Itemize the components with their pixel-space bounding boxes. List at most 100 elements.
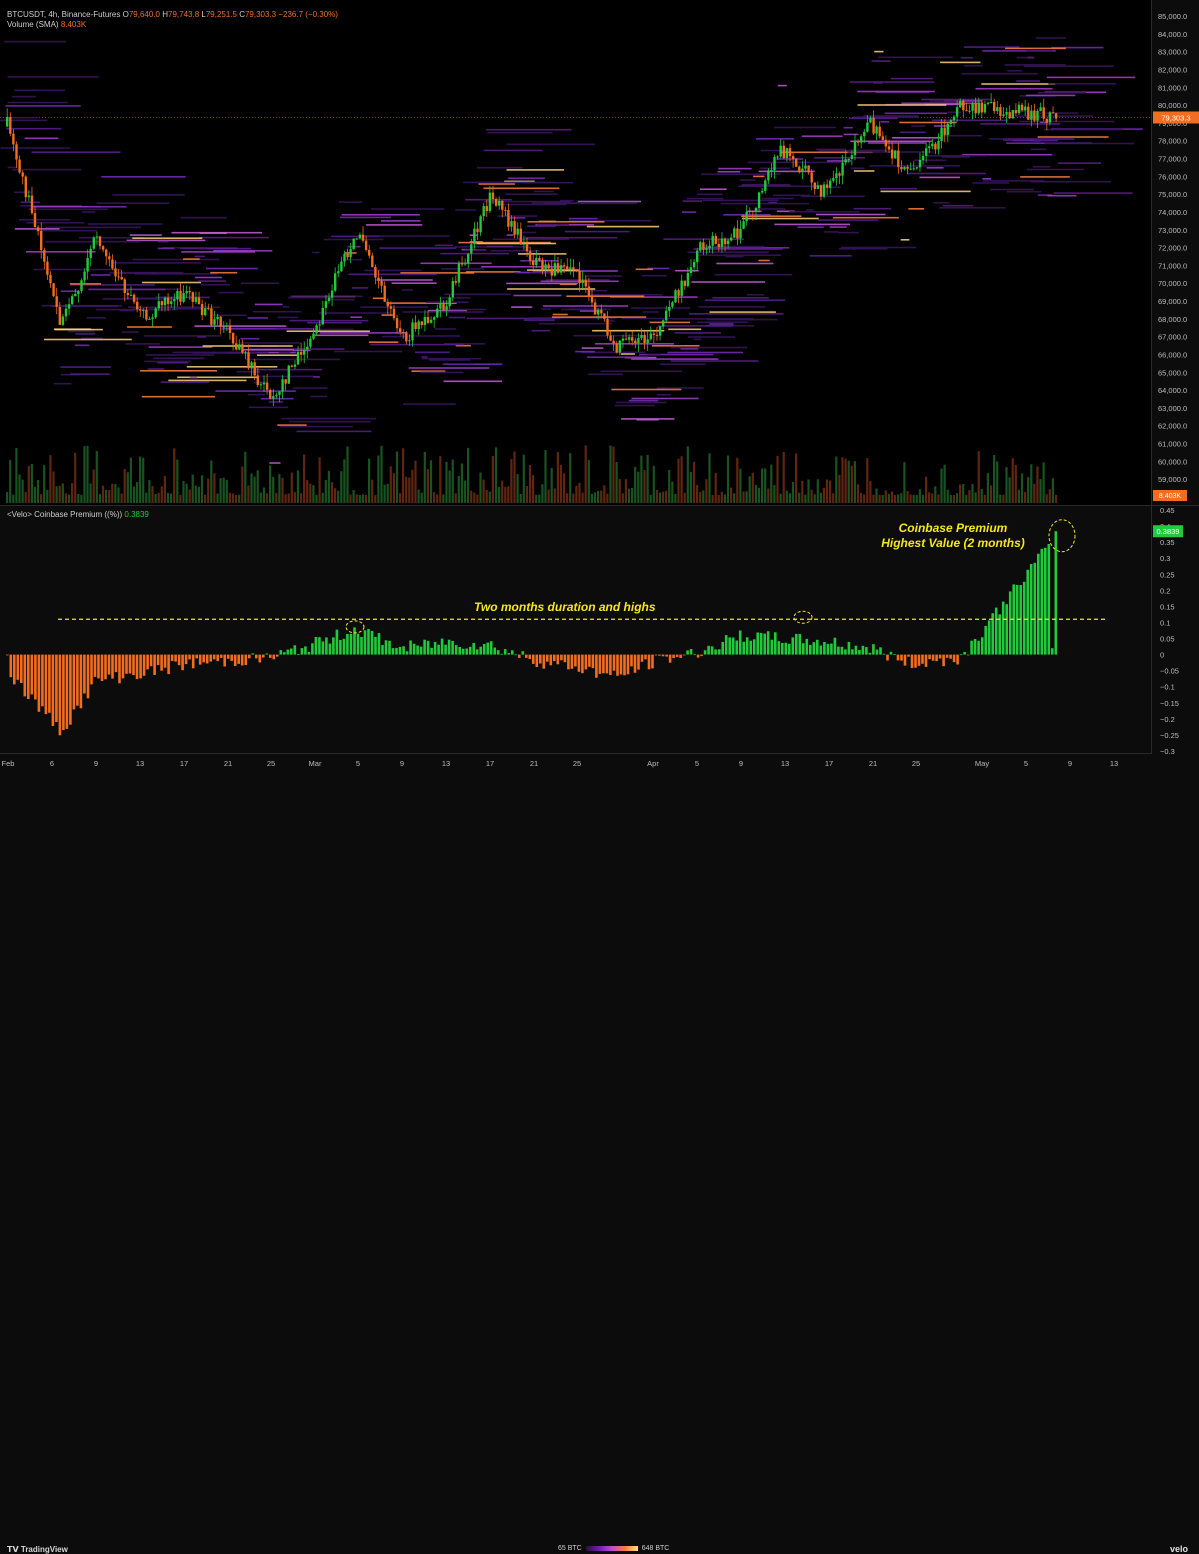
premium-bar xyxy=(854,645,858,655)
candle-body xyxy=(6,117,9,127)
candle-body xyxy=(89,248,92,258)
candle-body xyxy=(593,302,597,315)
candle-body xyxy=(918,160,922,168)
premium-bar xyxy=(419,646,423,655)
premium-bar xyxy=(381,645,384,655)
premium-bar xyxy=(984,625,987,655)
liquidity-band xyxy=(463,181,556,184)
premium-bar xyxy=(248,654,251,659)
liquidity-band xyxy=(90,274,111,276)
premium-legend[interactable]: <Velo> Coinbase Premium ((%)) 0.3839 xyxy=(7,510,149,519)
liquidity-band xyxy=(240,337,260,340)
candle-body xyxy=(689,267,693,273)
liquidity-band xyxy=(340,216,391,219)
liquidity-band xyxy=(277,424,307,426)
volume-bar xyxy=(92,469,95,503)
volume-bar xyxy=(265,493,269,503)
candle-body xyxy=(683,280,686,286)
time-axis[interactable]: Feb 6 9 13 17 21 25 Mar 5 9 13 17 21 25 Apr 5 9 13 17 21 25 M… xyxy=(0,753,1151,772)
candle-body xyxy=(83,271,86,281)
premium-tick-label: 0.05 xyxy=(1160,635,1175,644)
volume-bar xyxy=(634,466,637,503)
liquidity-band xyxy=(652,345,700,347)
liquidity-band xyxy=(561,308,611,311)
liquidity-band xyxy=(420,262,492,265)
liquidity-band xyxy=(279,425,353,428)
volume-legend[interactable]: Volume (SMA) 8.403K xyxy=(7,20,86,29)
volume-bar xyxy=(1020,473,1024,503)
premium-bar xyxy=(896,654,900,661)
liquidity-band xyxy=(310,395,328,398)
candle-body xyxy=(166,297,170,304)
price-axis-scale[interactable]: 85,000.0 84,000.0 83,000.0 82,000.0 81,000.0… xyxy=(1152,0,1199,505)
volume-bar xyxy=(733,493,736,503)
volume-bar xyxy=(327,470,330,503)
liquidity-band xyxy=(981,83,1056,85)
liquidity-band xyxy=(1020,176,1070,178)
time-axis-scale[interactable]: Feb 6 9 13 17 21 25 Mar 5 9 13 17 21 25 Apr 5 9 13 17 21 25 M… xyxy=(0,754,1151,772)
price-tick-label: 67,000.0 xyxy=(1158,333,1187,342)
liquidity-band xyxy=(96,202,170,204)
candle-body xyxy=(256,375,259,385)
volume-bar xyxy=(334,488,337,503)
time-tick-label: 5 xyxy=(1024,759,1028,768)
volume-bar xyxy=(955,493,959,503)
liquidity-band xyxy=(112,194,185,196)
liquidity-band xyxy=(933,202,950,204)
volume-bar xyxy=(819,492,822,503)
price-tick-label: 65,000.0 xyxy=(1158,368,1187,377)
volume-bar xyxy=(655,489,658,503)
premium-bar xyxy=(837,646,840,655)
premium-bar xyxy=(163,654,167,668)
premium-bar xyxy=(255,654,258,659)
premium-bar xyxy=(230,654,233,661)
candle-body xyxy=(46,261,49,275)
price-pane[interactable] xyxy=(0,0,1151,505)
time-tick-label: 21 xyxy=(530,759,538,768)
volume-bar xyxy=(532,475,535,503)
premium-bar xyxy=(304,646,307,655)
liquidity-band xyxy=(939,207,1006,209)
liquidity-band xyxy=(1053,192,1133,194)
candle-body xyxy=(566,266,569,270)
liquidity-band xyxy=(12,95,36,98)
tradingview-logo[interactable]: 𝗧𝗩 TradingView xyxy=(7,1545,68,1554)
premium-bar xyxy=(700,654,703,657)
liquidity-band xyxy=(507,177,545,179)
price-chart[interactable] xyxy=(0,0,1151,505)
premium-bar xyxy=(374,636,377,655)
liquidity-band xyxy=(628,399,659,402)
liquidity-band xyxy=(421,356,428,358)
liquidity-band xyxy=(853,207,892,210)
liquidity-band xyxy=(45,226,141,229)
candle-body xyxy=(408,340,411,342)
liquidity-band xyxy=(586,225,660,228)
candle-body xyxy=(321,307,324,325)
premium-bar xyxy=(16,654,20,680)
volume-bar xyxy=(795,453,798,503)
premium-bar xyxy=(377,633,381,655)
symbol-legend[interactable]: BTCUSDT, 4h, Binance-Futures O79,640.0 H… xyxy=(7,10,338,19)
liquidity-band xyxy=(1035,37,1066,39)
liquidity-band xyxy=(926,155,986,157)
liquidity-band xyxy=(892,137,943,139)
premium-axis[interactable]: 0.450.40.350.30.250.20.150.10.050−0.05−0… xyxy=(1151,505,1199,756)
price-tick-label: 72,000.0 xyxy=(1158,244,1187,253)
premium-bar xyxy=(444,644,447,655)
volume-bar xyxy=(296,470,299,503)
price-tick-label: 68,000.0 xyxy=(1158,315,1187,324)
price-axis[interactable]: 85,000.0 84,000.0 83,000.0 82,000.0 81,000.0… xyxy=(1151,0,1199,505)
liquidity-band xyxy=(348,273,437,276)
candle-body xyxy=(43,250,46,262)
liquidity-band xyxy=(391,282,437,284)
liquidity-band xyxy=(577,200,641,203)
candle-body xyxy=(733,228,736,238)
high-value: 79,743.8 xyxy=(168,10,200,19)
liquidity-band xyxy=(278,351,291,354)
volume-bar xyxy=(194,485,197,503)
volume-bar xyxy=(24,492,27,503)
volume-bar xyxy=(1042,462,1045,503)
premium-axis-scale[interactable]: 0.450.40.350.30.250.20.150.10.050−0.05−0… xyxy=(1152,506,1199,756)
candle-body xyxy=(829,180,832,188)
premium-tick-label: −0.3 xyxy=(1160,747,1175,754)
